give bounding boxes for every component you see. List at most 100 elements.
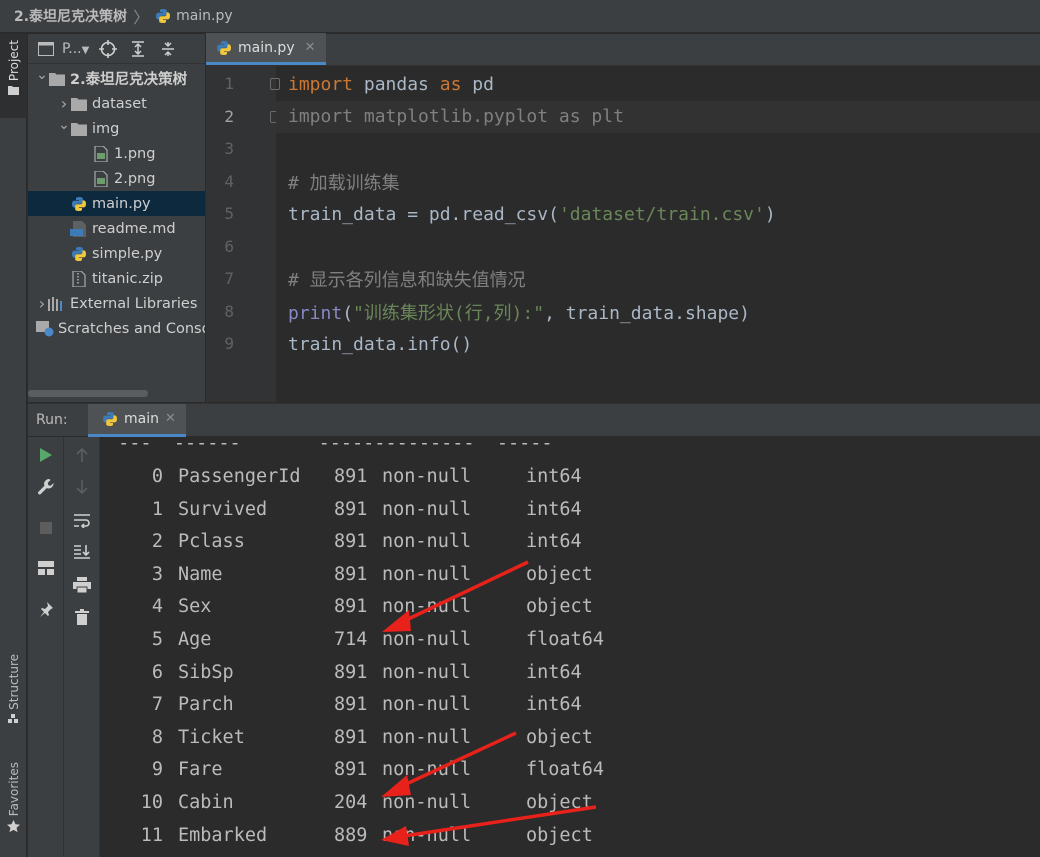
- console-column: Fare: [178, 759, 223, 781]
- line-number-gutter: 1 2 3 4 5 6 7 8 9: [206, 66, 280, 370]
- project-view-selector[interactable]: P...▼: [62, 41, 89, 57]
- tool-window-project-tab[interactable]: Project: [0, 34, 27, 118]
- settings-button[interactable]: [36, 477, 56, 497]
- tree-item[interactable]: › dataset: [28, 91, 205, 116]
- chevron-right-icon[interactable]: ›: [36, 294, 48, 313]
- scroll-down-button[interactable]: [72, 477, 92, 497]
- code-line-text: # 加载训练集: [276, 169, 400, 195]
- tree-item[interactable]: main.py: [28, 191, 205, 216]
- project-panel: P...▼ ⌄ 2.泰坦尼克决策树 › dataset ⌄ img 1.png 2.png ma…: [28, 34, 205, 402]
- console-row: 9 Fare 891 non-null float64: [101, 754, 1040, 786]
- editor-tab-label: main.py: [238, 39, 295, 56]
- print-button[interactable]: [72, 575, 92, 595]
- collapse-all-button[interactable]: [157, 38, 179, 60]
- left-tool-strip: Project Structure Favorites: [0, 34, 27, 857]
- layout-button[interactable]: [36, 558, 56, 578]
- stop-button[interactable]: [36, 518, 56, 538]
- python-file-icon: [217, 40, 231, 55]
- wrench-icon: [38, 479, 54, 495]
- run-toolbar-primary: [28, 437, 64, 857]
- favorites-tab-label: Favorites: [6, 762, 21, 817]
- clear-all-button[interactable]: [72, 607, 92, 627]
- breadcrumb-project[interactable]: 2.泰坦尼克决策树: [14, 6, 127, 26]
- close-run-tab-icon[interactable]: ✕: [165, 411, 176, 426]
- chevron-right-icon[interactable]: ›: [58, 94, 70, 113]
- editor-tab-main-py[interactable]: main.py ✕: [206, 33, 326, 65]
- console-column: Sex: [178, 596, 212, 618]
- expand-all-icon: [132, 40, 145, 57]
- chevron-down-icon[interactable]: ⌄: [36, 67, 48, 83]
- project-horizontal-scrollbar[interactable]: [28, 390, 148, 397]
- stop-icon: [40, 522, 52, 534]
- tree-item-label: Scratches and Consoles: [58, 320, 205, 337]
- console-dtype: object: [526, 792, 593, 813]
- pin-tab-button[interactable]: [36, 599, 56, 619]
- soft-wrap-icon: [74, 514, 90, 528]
- project-tree: ⌄ 2.泰坦尼克决策树 › dataset ⌄ img 1.png 2.png main.py r…: [28, 66, 205, 341]
- console-count: 891: [334, 563, 368, 585]
- tree-item-label: readme.md: [92, 220, 176, 237]
- expand-all-button[interactable]: [127, 38, 149, 60]
- tree-item[interactable]: titanic.zip: [28, 266, 205, 291]
- locate-file-button[interactable]: [97, 38, 119, 60]
- tree-item[interactable]: › External Libraries: [28, 291, 205, 316]
- run-console-output[interactable]: --- ------ -------------- ----- 0 Passenge…: [101, 437, 1040, 857]
- console-dtype: int64: [526, 531, 582, 553]
- project-toolbar: P...▼: [28, 34, 205, 64]
- console-nn: non-null: [382, 466, 472, 487]
- code-line: print("训练集形状(行,列):", train_data.shape): [276, 296, 1040, 328]
- breadcrumb-file[interactable]: main.py: [155, 8, 233, 24]
- scroll-up-button[interactable]: [72, 445, 92, 465]
- code-line-text: print("训练集形状(行,列):", train_data.shape): [276, 299, 750, 325]
- tree-item[interactable]: readme.md: [28, 216, 205, 241]
- tree-item[interactable]: Scratches and Consoles: [28, 316, 205, 341]
- collapse-all-icon: [162, 41, 175, 56]
- tree-item-label: 2.泰坦尼克决策树: [70, 72, 188, 88]
- code-token: print: [288, 302, 343, 324]
- code-line-text: import matplotlib.pyplot as plt: [276, 106, 624, 127]
- folder-icon: [70, 96, 88, 112]
- soft-wrap-button[interactable]: [72, 510, 92, 530]
- code-line: import pandas as pd: [276, 68, 1040, 100]
- tree-item[interactable]: ⌄ img: [28, 116, 205, 141]
- editor-tab-bar: main.py ✕: [206, 33, 1040, 66]
- tree-item[interactable]: ⌄ 2.泰坦尼克决策树: [28, 66, 205, 91]
- tree-item[interactable]: 1.png: [28, 141, 205, 166]
- console-dtype: object: [526, 596, 593, 618]
- console-count: 891: [334, 498, 368, 520]
- console-column: Embarked: [178, 824, 268, 846]
- chevron-down-icon[interactable]: ⌄: [58, 117, 70, 133]
- tree-item-label: 1.png: [114, 145, 156, 162]
- scroll-to-end-button[interactable]: [72, 542, 92, 562]
- console-column: Cabin: [178, 792, 234, 813]
- code-area[interactable]: import pandas as pd import matplotlib.pyp…: [276, 66, 1040, 370]
- tool-window-structure-tab[interactable]: Structure: [0, 654, 27, 724]
- console-count: 891: [334, 661, 368, 683]
- line-number: 6: [224, 236, 234, 256]
- console-column: SibSp: [178, 661, 234, 683]
- tool-window-favorites-tab[interactable]: Favorites: [0, 762, 27, 833]
- folder-icon: [48, 71, 66, 87]
- code-line: train_data = pd.read_csv('dataset/train.…: [276, 198, 1040, 230]
- rerun-button[interactable]: [36, 445, 56, 465]
- console-count: 714: [334, 629, 368, 650]
- tree-item[interactable]: simple.py: [28, 241, 205, 266]
- console-idx: 11: [140, 824, 163, 846]
- code-token: as: [439, 73, 462, 95]
- tree-item[interactable]: 2.png: [28, 166, 205, 191]
- console-nn: non-null: [382, 792, 472, 813]
- console-idx: 10: [140, 792, 163, 813]
- console-nn: non-null: [382, 726, 472, 748]
- run-tab-main[interactable]: main ✕: [88, 403, 186, 437]
- console-row: 7 Parch 891 non-null int64: [101, 689, 1040, 721]
- console-count: 889: [334, 824, 368, 846]
- line-number: 7: [224, 269, 234, 288]
- console-dtype: int64: [526, 694, 582, 716]
- console-idx: 5: [151, 629, 163, 650]
- tree-item-label: External Libraries: [70, 295, 198, 312]
- code-token: 'dataset/train.csv': [558, 203, 765, 225]
- close-tab-icon[interactable]: ✕: [305, 40, 316, 55]
- console-nn: non-null: [382, 824, 472, 846]
